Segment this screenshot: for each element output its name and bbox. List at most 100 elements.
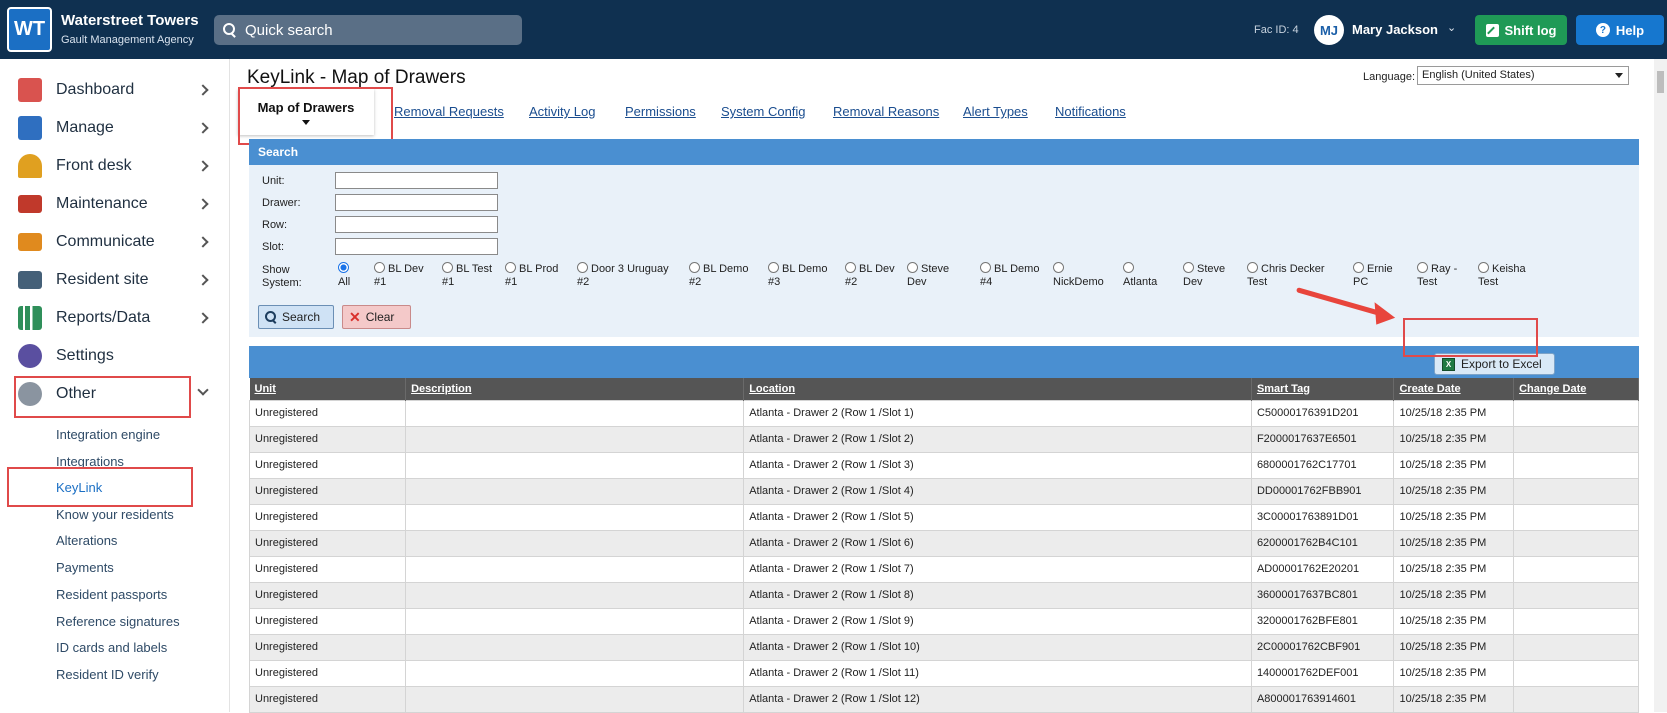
table-row[interactable]: Unregistered Atlanta - Drawer 2 (Row 1 /S… — [248, 633, 1639, 661]
tab-activity-log[interactable]: Activity Log — [529, 104, 595, 119]
tab-alert-types[interactable]: Alert Types — [963, 104, 1028, 119]
language-select[interactable]: English (United States) — [1417, 66, 1629, 85]
scrollbar-thumb[interactable] — [1657, 71, 1664, 93]
system-radio-option[interactable]: BL Prod #1 — [505, 262, 558, 289]
system-radio-option[interactable]: BL Demo #3 — [768, 262, 827, 289]
radio-icon[interactable] — [845, 262, 856, 273]
table-row[interactable]: Unregistered Atlanta - Drawer 2 (Row 1 /S… — [248, 477, 1639, 505]
sidebar-subitem-alterations[interactable]: Alterations — [56, 533, 117, 548]
tab-removal-requests[interactable]: Removal Requests — [394, 104, 504, 119]
help-button[interactable]: ? Help — [1576, 15, 1664, 45]
user-menu[interactable]: Mary Jackson — [1352, 22, 1438, 37]
sidebar-item-settings[interactable]: Settings — [0, 338, 230, 374]
table-row[interactable]: Unregistered Atlanta - Drawer 2 (Row 1 /S… — [248, 581, 1639, 609]
sidebar-subitem-integration-engine[interactable]: Integration engine — [56, 427, 160, 442]
column-header[interactable]: Smart Tag — [1251, 378, 1395, 400]
column-header[interactable]: Description — [405, 378, 745, 400]
system-radio-option[interactable]: BL Demo #2 — [689, 262, 748, 289]
sidebar-item-resident-site[interactable]: Resident site — [0, 262, 230, 298]
table-cell: AD00001762E20201 — [1250, 555, 1395, 583]
radio-icon[interactable] — [1417, 262, 1428, 273]
system-radio-option[interactable]: BL Demo #4 — [980, 262, 1039, 289]
avatar[interactable]: MJ — [1314, 15, 1344, 45]
sidebar-item-label: Manage — [56, 119, 114, 136]
sidebar-subitem-resident-id-verify[interactable]: Resident ID verify — [56, 667, 159, 682]
system-radio-option[interactable]: Ray - Test — [1417, 262, 1457, 289]
clear-button[interactable]: ✕ Clear — [342, 305, 411, 329]
radio-icon[interactable] — [689, 262, 700, 273]
sidebar-item-front-desk[interactable]: Front desk — [0, 148, 230, 184]
quick-search-input[interactable]: Quick search — [214, 15, 522, 45]
show-system-label-line2: System: — [262, 277, 302, 289]
radio-icon[interactable] — [1183, 262, 1194, 273]
column-header[interactable]: Change Date — [1513, 378, 1639, 400]
tab-removal-reasons[interactable]: Removal Reasons — [833, 104, 939, 119]
radio-icon[interactable] — [338, 262, 349, 273]
table-row[interactable]: Unregistered Atlanta - Drawer 2 (Row 1 /S… — [248, 555, 1639, 583]
system-radio-option[interactable]: BL Dev #1 — [374, 262, 424, 289]
sidebar-subitem-know-your-residents[interactable]: Know your residents — [56, 507, 174, 522]
radio-icon[interactable] — [1247, 262, 1258, 273]
system-radio-option[interactable]: All — [338, 262, 352, 289]
vertical-scrollbar[interactable] — [1654, 59, 1667, 712]
column-header[interactable]: Location — [743, 378, 1252, 400]
radio-icon[interactable] — [374, 262, 385, 273]
drawer-map-table: Unit Description Location Smart Tag Create D… — [248, 378, 1639, 713]
search-button[interactable]: Search — [258, 305, 334, 329]
bell-icon — [18, 154, 42, 178]
drawer-input[interactable] — [335, 194, 498, 211]
system-radio-option[interactable]: Keisha Test — [1478, 262, 1526, 289]
system-radio-option[interactable]: Atlanta — [1123, 262, 1157, 289]
tab-notifications[interactable]: Notifications — [1055, 104, 1126, 119]
table-row[interactable]: Unregistered Atlanta - Drawer 2 (Row 1 /S… — [248, 451, 1639, 479]
table-row[interactable]: Unregistered Atlanta - Drawer 2 (Row 1 /S… — [248, 685, 1639, 713]
system-radio-option[interactable]: Steve Dev — [1183, 262, 1225, 289]
main-content: KeyLink - Map of Drawers Language: Engli… — [231, 59, 1667, 713]
sidebar-item-communicate[interactable]: Communicate — [0, 224, 230, 260]
radio-icon[interactable] — [980, 262, 991, 273]
chevron-right-icon — [197, 160, 209, 172]
radio-icon[interactable] — [1353, 262, 1364, 273]
tab-permissions[interactable]: Permissions — [625, 104, 696, 119]
system-radio-option[interactable]: BL Test #1 — [442, 262, 492, 289]
table-row[interactable]: Unregistered Atlanta - Drawer 2 (Row 1 /S… — [248, 529, 1639, 557]
table-row[interactable]: Unregistered Atlanta - Drawer 2 (Row 1 /S… — [248, 503, 1639, 531]
radio-icon[interactable] — [768, 262, 779, 273]
table-cell — [1513, 659, 1639, 687]
sidebar-subitem-resident-passports[interactable]: Resident passports — [56, 587, 167, 602]
radio-icon[interactable] — [577, 262, 588, 273]
table-cell: Atlanta - Drawer 2 (Row 1 /Slot 9) — [743, 607, 1252, 635]
system-radio-option[interactable]: Door 3 Uruguay #2 — [577, 262, 669, 289]
sidebar-item-reports-data[interactable]: Reports/Data — [0, 300, 230, 336]
tab-system-config[interactable]: System Config — [721, 104, 806, 119]
slot-input[interactable] — [335, 238, 498, 255]
row-input[interactable] — [335, 216, 498, 233]
sidebar-subitem-payments[interactable]: Payments — [56, 560, 114, 575]
radio-icon[interactable] — [907, 262, 918, 273]
sidebar-item-manage[interactable]: Manage — [0, 110, 230, 146]
table-row[interactable]: Unregistered Atlanta - Drawer 2 (Row 1 /S… — [248, 659, 1639, 687]
radio-icon[interactable] — [1123, 262, 1134, 273]
system-radio-option[interactable]: NickDemo — [1053, 262, 1104, 289]
table-cell: 10/25/18 2:35 PM — [1393, 555, 1515, 583]
unit-input[interactable] — [335, 172, 498, 189]
radio-icon[interactable] — [1478, 262, 1489, 273]
chevron-down-icon[interactable]: ⌄ — [1447, 21, 1456, 34]
sidebar-item-label: Dashboard — [56, 81, 135, 98]
radio-icon[interactable] — [442, 262, 453, 273]
column-header[interactable]: Create Date — [1393, 378, 1515, 400]
table-row[interactable]: Unregistered Atlanta - Drawer 2 (Row 1 /S… — [248, 607, 1639, 635]
table-row[interactable]: Unregistered Atlanta - Drawer 2 (Row 1 /S… — [248, 399, 1639, 427]
system-radio-option[interactable]: Steve Dev — [907, 262, 949, 289]
sidebar-subitem-reference-signatures[interactable]: Reference signatures — [56, 614, 180, 629]
sidebar-item-maintenance[interactable]: Maintenance — [0, 186, 230, 222]
shift-log-button[interactable]: Shift log — [1475, 15, 1567, 45]
table-row[interactable]: Unregistered Atlanta - Drawer 2 (Row 1 /S… — [248, 425, 1639, 453]
sidebar-subitem-id-cards-and-labels[interactable]: ID cards and labels — [56, 640, 167, 655]
system-radio-option[interactable]: BL Dev #2 — [845, 262, 895, 289]
column-header[interactable]: Unit — [249, 378, 407, 400]
radio-icon[interactable] — [505, 262, 516, 273]
sidebar-item-dashboard[interactable]: Dashboard — [0, 72, 230, 108]
radio-icon[interactable] — [1053, 262, 1064, 273]
app-logo[interactable]: WT — [7, 7, 52, 52]
